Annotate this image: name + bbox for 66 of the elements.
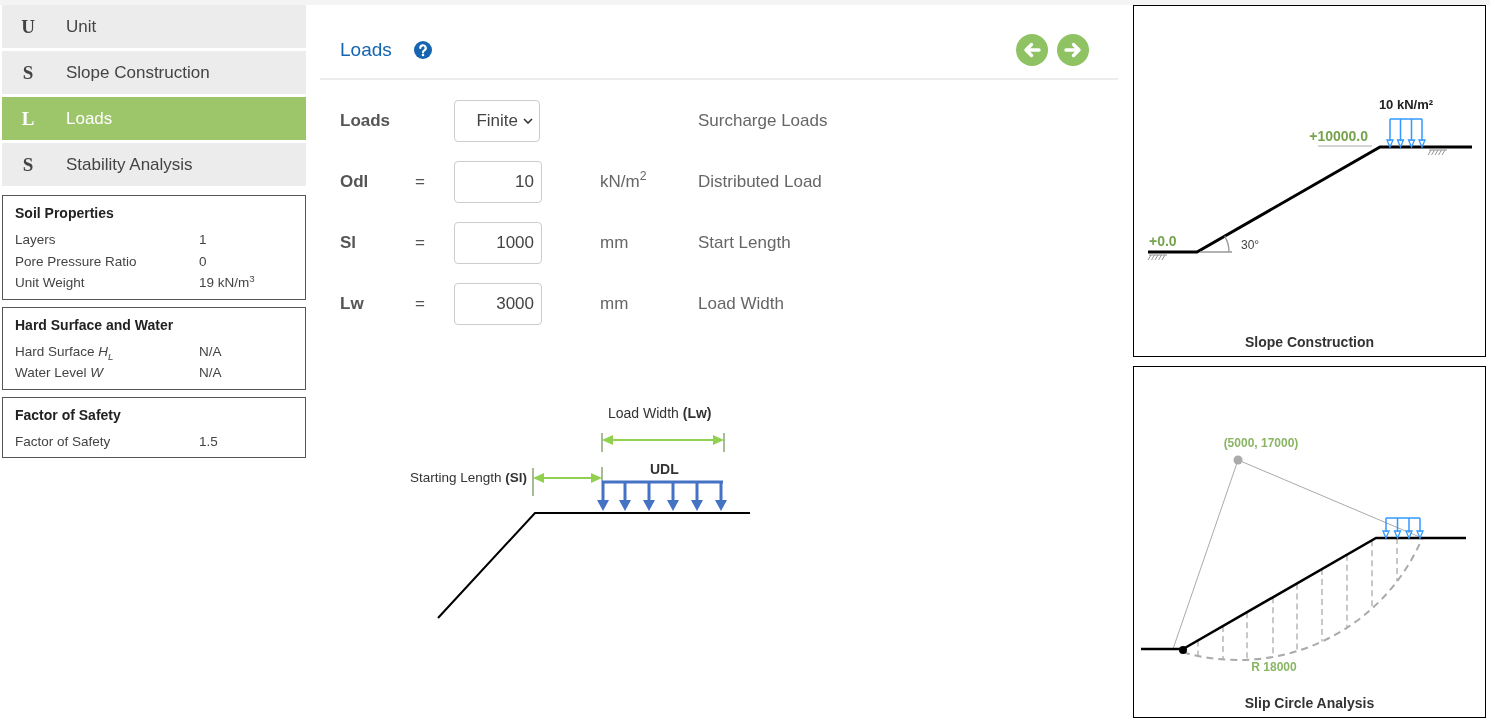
- slice-line: [1197, 639, 1199, 657]
- chevron-down-icon: [523, 118, 533, 124]
- number-input[interactable]: 10: [454, 161, 542, 203]
- slice-line: [1396, 537, 1398, 583]
- property-label: Pore Pressure Ratio: [15, 252, 138, 271]
- back-button[interactable]: [1016, 33, 1048, 66]
- page-title: Loads: [340, 38, 392, 61]
- property-label: Layers: [15, 231, 57, 249]
- panel-title: Soil Properties: [15, 204, 115, 223]
- panel-title: Factor of Safety: [15, 405, 122, 425]
- property-label: Unit Weight: [15, 274, 86, 292]
- loads-dropdown[interactable]: Finite: [454, 100, 540, 142]
- number-input[interactable]: 3000: [454, 283, 542, 325]
- distributed-load-symbol: [1386, 118, 1426, 149]
- load-label: UDL: [650, 460, 679, 478]
- property-label: Hard Surface H$_{L}$: [15, 342, 115, 362]
- dimension-label: Load Width (Lw): [608, 404, 712, 422]
- nav-item[interactable]: S Stability Analysis: [2, 143, 306, 186]
- nav-item[interactable]: S Slope Construction: [2, 51, 306, 94]
- field-label: Odl: [340, 172, 370, 192]
- property-value: 1: [199, 231, 207, 249]
- property-label: Water Level W: [15, 364, 105, 382]
- preview-caption: Slope Construction: [1243, 333, 1376, 352]
- field-description: Distributed Load: [698, 172, 823, 192]
- nav-item[interactable]: U Unit: [2, 5, 306, 48]
- forward-button[interactable]: [1057, 33, 1089, 66]
- start-dimension-arrow: [532, 466, 603, 497]
- field-description: Load Width: [698, 294, 785, 314]
- number-input[interactable]: 1000: [454, 222, 542, 264]
- level-leader-line: [1317, 145, 1373, 147]
- unit-label: kN/m$^{2}$: [600, 172, 648, 192]
- preview-caption: Slip Circle Analysis: [1243, 694, 1376, 713]
- unit-label: mm: [600, 233, 630, 253]
- toe-point-icon: [1179, 646, 1187, 654]
- distributed-load-symbol: [1382, 517, 1424, 540]
- panel-title: Hard Surface and Water: [15, 315, 175, 335]
- property-value: 1.5: [199, 432, 218, 451]
- field-label: Loads: [340, 111, 392, 131]
- field-description: Surcharge Loads: [698, 111, 829, 131]
- field-label: Lw: [340, 294, 365, 314]
- equals-sign: =: [414, 233, 426, 253]
- center-point-icon: [1233, 455, 1243, 465]
- slice-line: [1246, 611, 1248, 661]
- field-description: Start Length: [698, 233, 792, 253]
- equals-sign: =: [414, 294, 426, 314]
- property-value: 0: [199, 252, 207, 271]
- equals-sign: =: [414, 172, 426, 192]
- level-label: +0.0: [1149, 233, 1177, 249]
- slice-line: [1296, 582, 1298, 652]
- ground-hatch-icon: [1427, 149, 1448, 156]
- center-coordinates-label: (5000, 17000): [1223, 436, 1299, 450]
- dimension-label: Starting Length (Sl): [409, 469, 527, 487]
- help-icon[interactable]: [413, 40, 432, 59]
- ground-hatch-icon: [1147, 254, 1168, 261]
- radius-label: R 18000: [1251, 660, 1297, 674]
- level-label: +10000.0: [1309, 128, 1368, 144]
- unit-label: mm: [600, 294, 630, 314]
- property-value: N/A: [199, 364, 222, 382]
- load-value-label: 10 kN/m²: [1378, 97, 1434, 112]
- field-label: Sl: [340, 233, 358, 253]
- property-value: N/A: [199, 342, 222, 361]
- angle-marker: [1199, 235, 1233, 253]
- property-label: Factor of Safety: [15, 432, 112, 451]
- property-value: 19 kN/m$^{3}$: [199, 272, 255, 292]
- slice-line: [1222, 625, 1224, 661]
- angle-label: 30°: [1241, 238, 1260, 252]
